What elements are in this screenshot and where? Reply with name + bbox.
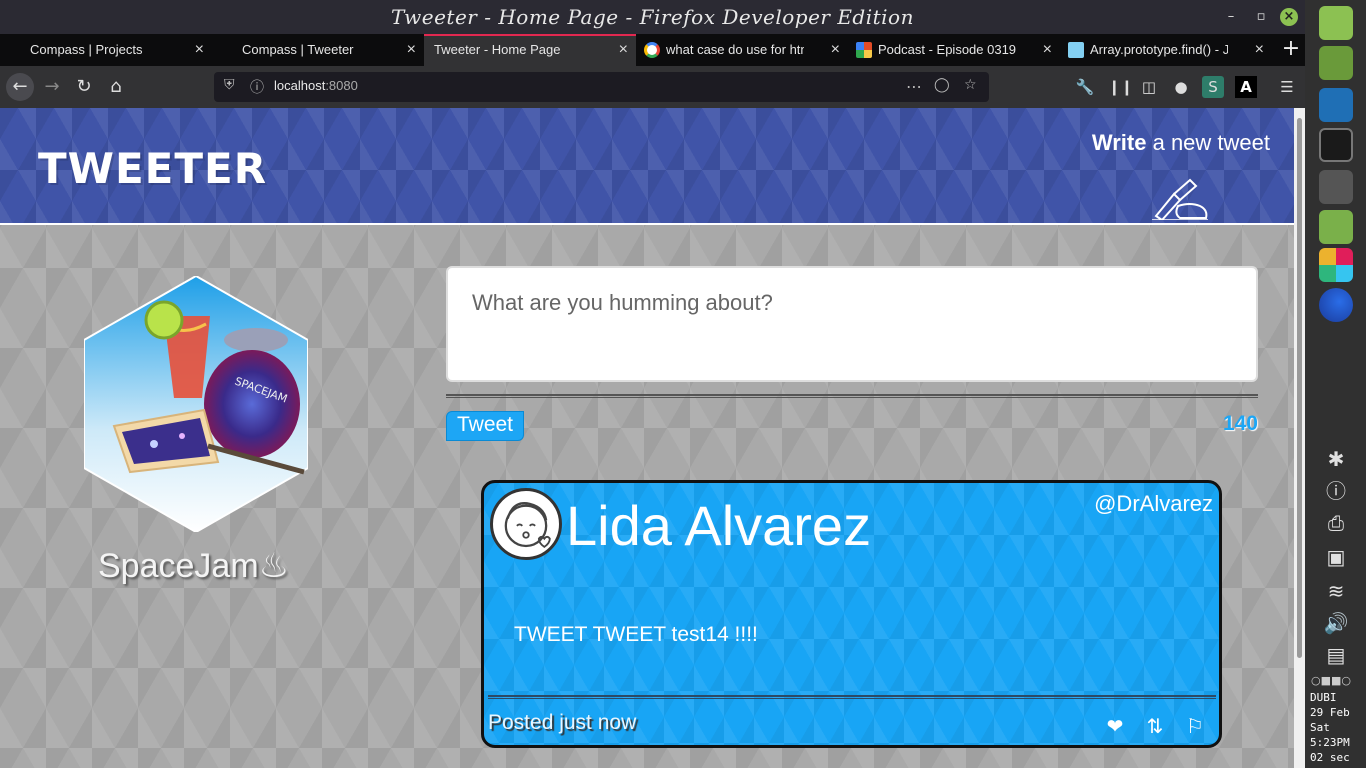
retweet-icon[interactable]: ⇅ — [1142, 713, 1168, 739]
clock-day: Sat — [1310, 721, 1330, 734]
bluetooth-icon[interactable]: ✱ — [1323, 446, 1349, 472]
desktop-icon[interactable] — [1319, 46, 1353, 80]
profile-username: SpaceJam♨ — [98, 547, 290, 585]
slack-icon[interactable] — [1319, 248, 1353, 282]
author-avatar — [490, 488, 562, 560]
tab-label: Tweeter - Home Page — [434, 42, 561, 57]
clock-date: 29 Feb — [1310, 706, 1350, 719]
mint-menu-icon[interactable] — [1319, 6, 1353, 40]
tab-compass-projects[interactable]: Compass | Projects × — [0, 34, 212, 66]
status-icons: ○■■○ — [1311, 674, 1351, 687]
tab-google-search[interactable]: what case do use for html cl × — [636, 34, 848, 66]
sidebar-icon[interactable]: ◫ — [1138, 76, 1160, 98]
close-tab-icon[interactable]: × — [1043, 34, 1052, 66]
url-port: :8080 — [325, 78, 358, 93]
url-bar[interactable]: ⛨ ⓘ localhost:8080 ⋯ ◯ ☆ — [214, 72, 989, 102]
tweet-divider — [488, 695, 1216, 699]
like-heart-icon[interactable]: ❤ — [1102, 713, 1128, 739]
url-host: localhost — [274, 78, 326, 93]
terminal-icon[interactable] — [1319, 128, 1353, 162]
tab-tweeter-home[interactable]: Tweeter - Home Page × — [424, 34, 636, 66]
tweet-timestamp: Posted just now — [488, 711, 637, 734]
flag-icon[interactable]: ⚐ — [1182, 713, 1208, 739]
window-title: Tweeter - Home Page - Firefox Developer … — [391, 5, 914, 29]
printer-icon[interactable]: ⎙ — [1323, 510, 1349, 536]
security-shield-icon[interactable]: ⓘ — [1323, 478, 1349, 504]
forward-arrow-icon[interactable]: → — [38, 73, 66, 101]
google-icon — [644, 42, 660, 58]
wifi-icon[interactable]: ≋ — [1323, 578, 1349, 604]
tweet-body-text: TWEET TWEET test14 !!!! — [514, 623, 758, 646]
bookmark-star-icon[interactable]: ☆ — [964, 77, 977, 93]
close-tab-icon[interactable]: × — [195, 34, 204, 66]
compose-link-bold: Write — [1091, 130, 1147, 155]
tab-label: Compass | Tweeter — [242, 42, 354, 57]
clock[interactable]: DUBI 29 Feb Sat 5:23PM 02 sec — [1310, 690, 1366, 765]
tab-podcast[interactable]: Podcast - Episode 0319 - Usi × — [848, 34, 1060, 66]
tab-label: Podcast - Episode 0319 - Usi — [878, 42, 1016, 57]
tab-mdn-array-find[interactable]: Array.prototype.find() - Java × — [1060, 34, 1272, 66]
clock-seconds: 02 sec — [1310, 751, 1350, 764]
desktop-panel: ✱ ⓘ ⎙ ▣ ≋ 🔊 ▤ ○■■○ DUBI 29 Feb Sat 5:23P… — [1305, 0, 1366, 768]
tab-label: Compass | Projects — [30, 42, 143, 57]
scrollbar-thumb[interactable] — [1297, 118, 1302, 658]
files-icon[interactable] — [1319, 210, 1353, 244]
wrench-icon[interactable]: 🔧 — [1074, 76, 1096, 98]
shield-icon[interactable]: ⛨ — [224, 77, 235, 93]
url-text[interactable]: localhost:8080 — [274, 78, 358, 93]
navigation-bar: ← → ↻ ⌂ ⛨ ⓘ localhost:8080 ⋯ ◯ ☆ 🔧 ❙❙ ◫ … — [0, 66, 1305, 108]
tab-compass-tweeter[interactable]: Compass | Tweeter × — [212, 34, 424, 66]
pocket-icon[interactable]: ◯ — [934, 77, 950, 93]
home-icon[interactable]: ⌂ — [102, 73, 130, 101]
library-icon[interactable]: ❙❙ — [1108, 76, 1133, 98]
tweet-author-handle: @DrAlvarez — [1094, 491, 1213, 516]
tweet-card: Lida Alvarez @DrAlvarez TWEET TWEET test… — [481, 480, 1222, 748]
close-tab-icon[interactable]: × — [1255, 34, 1264, 66]
clipboard-icon[interactable]: ▤ — [1323, 642, 1349, 668]
mdn-icon — [1068, 42, 1084, 58]
more-actions-icon[interactable]: ⋯ — [906, 77, 922, 96]
tab-label: what case do use for html cl — [666, 42, 804, 57]
tab-label: Array.prototype.find() - Java — [1090, 42, 1228, 57]
writing-hand-icon[interactable] — [1150, 176, 1210, 220]
podcast-icon — [856, 42, 872, 58]
font-extension-icon[interactable]: A — [1235, 76, 1257, 98]
compose-link-text: a new tweet — [1146, 130, 1270, 155]
minimize-icon[interactable]: – — [1222, 8, 1240, 26]
hamburger-menu-icon[interactable]: ☰ — [1276, 76, 1298, 98]
page-viewport: Tweeter Write a new tweet — [0, 108, 1294, 768]
site-header: Tweeter Write a new tweet — [0, 108, 1294, 225]
tweet-submit-button[interactable]: Tweet — [446, 411, 524, 441]
close-window-icon[interactable]: × — [1280, 8, 1298, 26]
vscode-icon[interactable] — [1319, 88, 1353, 122]
reload-icon[interactable]: ↻ — [70, 73, 98, 101]
new-tab-button[interactable]: + — [1278, 34, 1304, 66]
page-scrollbar[interactable] — [1294, 108, 1305, 768]
tab-bar: Compass | Projects × Compass | Tweeter ×… — [0, 34, 1305, 66]
stylus-extension-icon[interactable]: S — [1202, 76, 1224, 98]
firefox-window: Tweeter - Home Page - Firefox Developer … — [0, 0, 1305, 768]
back-arrow-icon[interactable]: ← — [6, 73, 34, 101]
calculator-icon[interactable] — [1319, 170, 1353, 204]
close-tab-icon[interactable]: × — [407, 34, 416, 66]
write-new-tweet-link[interactable]: Write a new tweet — [1092, 130, 1270, 156]
tweet-text-input[interactable] — [446, 266, 1258, 382]
site-brand[interactable]: Tweeter — [38, 144, 267, 193]
maximize-icon[interactable]: ▫ — [1252, 8, 1270, 26]
character-counter: 140 — [1222, 412, 1258, 435]
close-tab-icon[interactable]: × — [831, 34, 840, 66]
firefox-icon[interactable] — [1319, 288, 1353, 322]
title-bar: Tweeter - Home Page - Firefox Developer … — [0, 0, 1305, 34]
info-icon[interactable]: ⓘ — [250, 77, 264, 97]
tweet-author-name: Lida Alvarez — [566, 494, 872, 557]
account-icon[interactable]: ● — [1170, 76, 1192, 98]
close-tab-icon[interactable]: × — [619, 36, 628, 64]
volume-icon[interactable]: 🔊 — [1323, 610, 1349, 636]
profile-avatar: SPACEJAM — [83, 274, 309, 534]
clock-time: 5:23PM — [1310, 736, 1350, 749]
form-divider — [446, 394, 1258, 398]
clock-timezone: DUBI — [1310, 691, 1337, 704]
backup-icon[interactable]: ▣ — [1323, 544, 1349, 570]
